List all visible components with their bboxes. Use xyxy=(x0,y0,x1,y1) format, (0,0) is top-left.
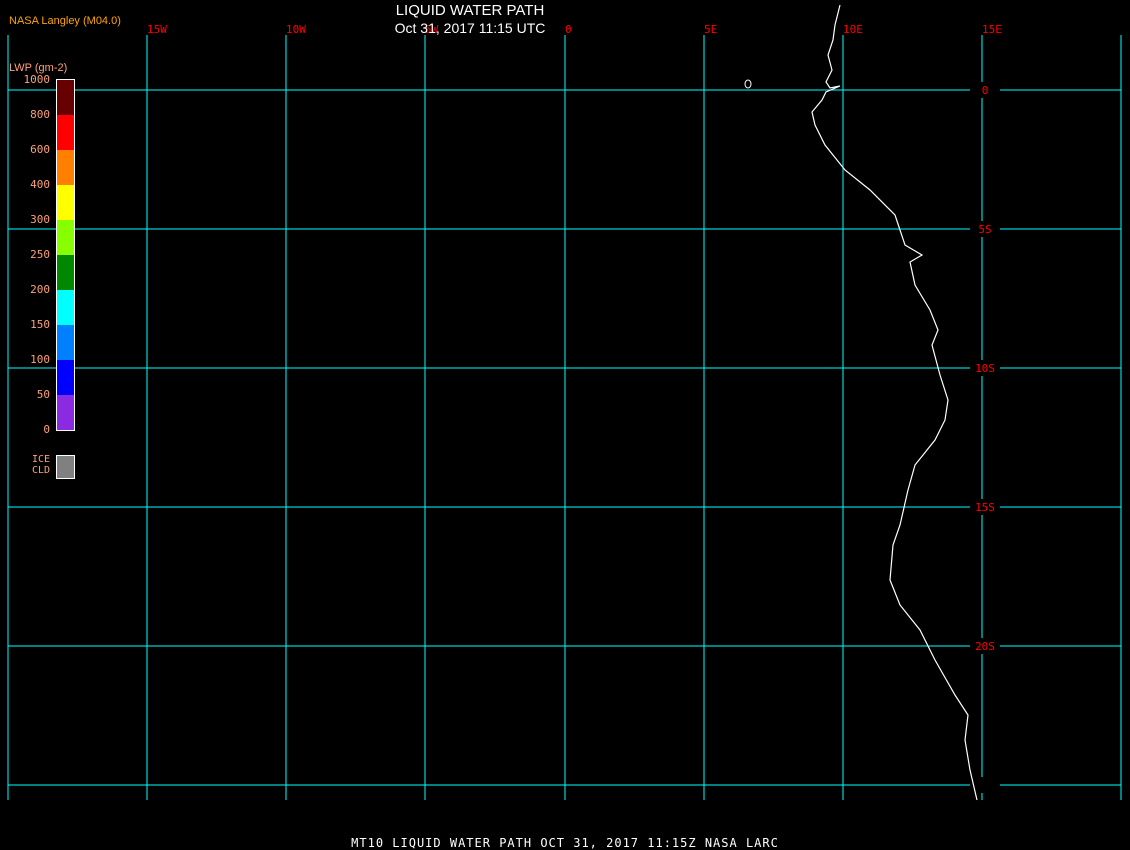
color-bar-segment xyxy=(57,325,74,360)
color-bar-segment xyxy=(57,360,74,395)
legend-tick-label: 250 xyxy=(30,248,50,261)
color-bar-segment xyxy=(57,255,74,290)
map-canvas: 15W 10W 5W 0 5E 10E 15E 05S10S15S20S xyxy=(7,4,1122,801)
legend-tick-label: 600 xyxy=(30,143,50,156)
color-bar-segment xyxy=(57,80,74,115)
source-label: NASA Langley (M04.0) xyxy=(9,15,121,27)
legend-tick-label: 1000 xyxy=(23,73,51,86)
legend-tick-label: 100 xyxy=(30,353,50,366)
color-bar-segment xyxy=(57,220,74,255)
map-title: LIQUID WATER PATH xyxy=(395,2,545,19)
latitude-label: 20S xyxy=(975,640,995,653)
ice-cloud-swatch xyxy=(56,455,75,479)
color-bar-segment xyxy=(57,150,74,185)
color-bar-segment xyxy=(57,115,74,150)
legend-tick-label: 300 xyxy=(30,213,50,226)
island-bioko xyxy=(744,79,752,89)
color-bar xyxy=(56,79,75,431)
longitude-label: 15E xyxy=(982,23,1002,36)
latitude-label: 15S xyxy=(975,501,995,514)
coastline xyxy=(811,4,978,801)
lat-lon-grid xyxy=(7,35,1122,800)
footer-caption: MT10 LIQUID WATER PATH OCT 31, 2017 11:1… xyxy=(351,836,779,850)
color-bar-segment xyxy=(57,185,74,220)
legend-tick-label: 800 xyxy=(30,108,50,121)
latitude-label: 10S xyxy=(975,362,995,375)
legend-tick-label: 200 xyxy=(30,283,50,296)
legend-tick-label: 400 xyxy=(30,178,50,191)
latitude-label: 0 xyxy=(982,84,989,97)
map-datetime: Oct 31, 2017 11:15 UTC xyxy=(394,20,546,36)
legend-tick-label: 0 xyxy=(43,423,50,436)
latitude-label: 5S xyxy=(978,223,991,236)
legend-tick-label: 50 xyxy=(36,388,50,401)
cld-label: CLD xyxy=(31,465,50,476)
latitude-labels: 0 5S 10S 15S 20S xyxy=(975,84,995,653)
legend-tick-label: 150 xyxy=(30,318,50,331)
color-bar-segment xyxy=(57,290,74,325)
ice-label: ICE xyxy=(31,454,50,465)
color-bar-segment xyxy=(57,395,74,430)
